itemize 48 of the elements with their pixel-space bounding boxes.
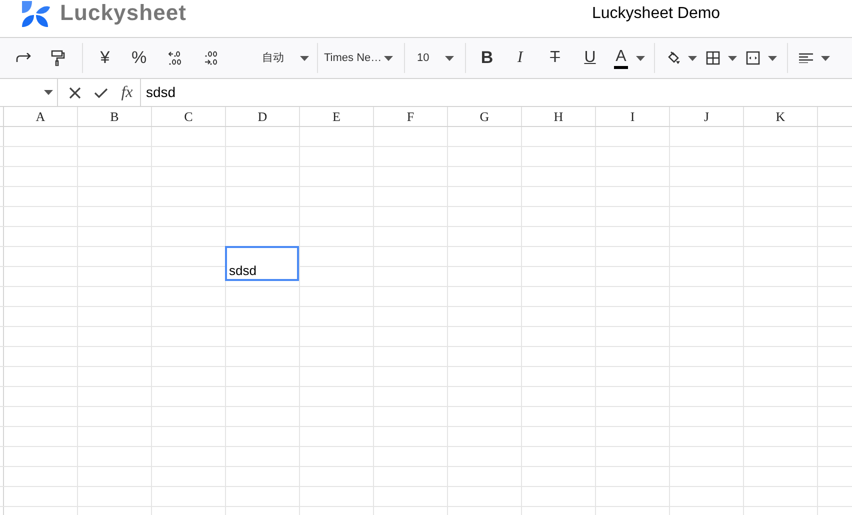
caret-icon: [636, 56, 645, 60]
merge-cells-icon: [746, 51, 760, 65]
caret-icon: [44, 90, 53, 95]
column-header[interactable]: C: [152, 107, 226, 126]
column-header[interactable]: B: [78, 107, 152, 126]
caret-icon: [688, 56, 696, 60]
close-icon: [69, 86, 81, 98]
caret-icon: [728, 56, 736, 60]
cancel-button[interactable]: [67, 84, 83, 100]
insert-function-button[interactable]: fx: [117, 80, 137, 104]
font-family-dropdown[interactable]: Times Ne…: [324, 44, 398, 72]
number-format-dropdown[interactable]: 自动: [229, 44, 311, 72]
column-header[interactable]: I: [596, 107, 670, 126]
italic-button[interactable]: I: [502, 44, 538, 72]
column-header[interactable]: A: [4, 107, 78, 126]
checkmark-icon: [94, 88, 108, 98]
caret-icon: [300, 56, 309, 60]
column-header[interactable]: H: [522, 107, 596, 126]
caret-icon: [820, 56, 830, 60]
column-header[interactable]: E: [300, 107, 374, 126]
caret-icon: [384, 56, 393, 60]
percent-button[interactable]: %: [121, 44, 157, 72]
decimal-icon: [204, 51, 218, 65]
strikethrough-button[interactable]: T: [538, 44, 572, 72]
font-color-bar: [614, 66, 628, 68]
underline-button[interactable]: U: [572, 44, 608, 72]
caret-icon: [445, 56, 454, 60]
bold-button[interactable]: B: [472, 44, 502, 72]
app-logo-text: Luckysheet: [60, 0, 187, 27]
page-title: Luckysheet Demo: [592, 4, 720, 24]
column-header[interactable]: F: [374, 107, 448, 126]
paint-roller-icon: [51, 50, 65, 66]
column-header[interactable]: J: [670, 107, 744, 126]
align-left-icon: [798, 53, 812, 63]
border-grid-icon: [706, 51, 720, 65]
column-header[interactable]: K: [744, 107, 818, 126]
currency-button[interactable]: ¥: [89, 44, 121, 72]
column-header[interactable]: D: [226, 107, 300, 126]
formula-input[interactable]: sdsd: [146, 82, 176, 103]
column-header[interactable]: G: [448, 107, 522, 126]
caret-icon: [768, 56, 776, 60]
logo-icon: [20, 0, 50, 28]
decimal-icon: [168, 51, 182, 65]
font-color-button[interactable]: A: [608, 44, 648, 72]
cell-editor[interactable]: sdsd: [225, 246, 299, 281]
font-size-dropdown[interactable]: 10: [411, 44, 459, 72]
redo-icon: [16, 53, 32, 63]
paint-bucket-icon: [666, 51, 680, 65]
